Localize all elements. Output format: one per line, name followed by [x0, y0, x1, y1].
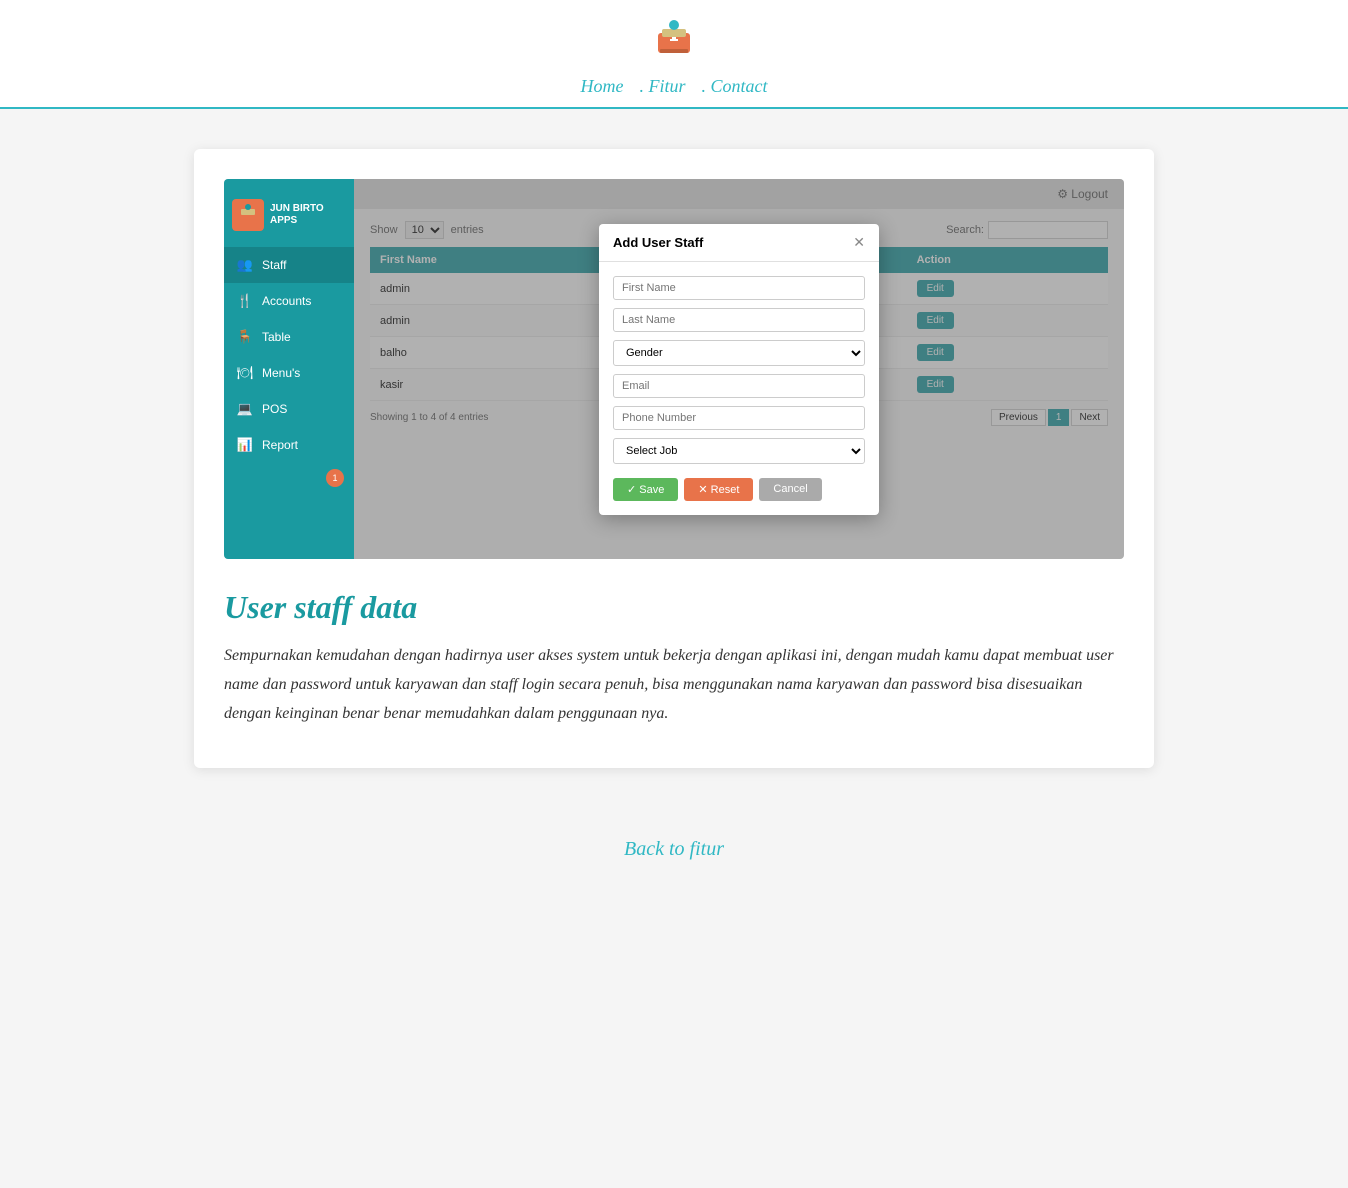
page-header: Home . Fitur . Contact	[0, 0, 1348, 109]
report-icon: 📊	[236, 436, 254, 454]
add-user-modal: Add User Staff ✕ Gender Male Female	[599, 224, 879, 515]
sidebar-item-table[interactable]: 🪑 Table	[224, 319, 354, 355]
nav-contact[interactable]: . Contact	[694, 76, 776, 97]
section-title: User staff data	[224, 589, 1124, 626]
app-sidebar: JUN BIRTOAPPS 👥 Staff 🍴 Accounts 🪑 Table…	[224, 179, 354, 559]
modal-close-button[interactable]: ✕	[853, 234, 865, 251]
modal-overlay: Add User Staff ✕ Gender Male Female	[354, 179, 1124, 559]
logo-icon	[650, 15, 698, 63]
sidebar-item-pos[interactable]: 💻 POS	[224, 391, 354, 427]
save-button[interactable]: ✓ Save	[613, 478, 678, 501]
back-to-fitur-link[interactable]: Back to fitur	[624, 838, 724, 860]
job-select[interactable]: Select Job Manager Kasir Staff	[613, 438, 865, 464]
reset-button[interactable]: ✕ Reset	[684, 478, 753, 501]
sidebar-notification-badge: 1	[326, 469, 344, 487]
app-mockup: JUN BIRTOAPPS 👥 Staff 🍴 Accounts 🪑 Table…	[224, 179, 1124, 559]
section-description: Sempurnakan kemudahan dengan hadirnya us…	[224, 642, 1124, 728]
sidebar-item-accounts[interactable]: 🍴 Accounts	[224, 283, 354, 319]
modal-footer: ✓ Save ✕ Reset Cancel	[599, 478, 879, 515]
main-content: JUN BIRTOAPPS 👥 Staff 🍴 Accounts 🪑 Table…	[194, 149, 1154, 768]
last-name-input[interactable]	[613, 308, 865, 332]
app-main-panel: ⚙ Logout Show 10 25 50 entries	[354, 179, 1124, 559]
modal-title: Add User Staff	[613, 235, 703, 250]
times-icon: ✕	[698, 484, 707, 496]
phone-input[interactable]	[613, 406, 865, 430]
staff-icon: 👥	[236, 256, 254, 274]
modal-body: Gender Male Female Select Job Manager Ka…	[599, 262, 879, 478]
cancel-button[interactable]: Cancel	[759, 478, 821, 501]
table-icon: 🪑	[236, 328, 254, 346]
sidebar-item-menus[interactable]: 🍽 Menu's	[224, 355, 354, 391]
modal-header: Add User Staff ✕	[599, 224, 879, 262]
site-logo	[650, 15, 698, 68]
page-footer: Back to fitur	[0, 808, 1348, 881]
brand-icon	[232, 199, 264, 231]
main-nav: Home . Fitur . Contact	[0, 76, 1348, 107]
sidebar-brand: JUN BIRTOAPPS	[224, 189, 354, 247]
nav-home[interactable]: Home	[572, 76, 631, 97]
app-screenshot: JUN BIRTOAPPS 👥 Staff 🍴 Accounts 🪑 Table…	[224, 179, 1124, 559]
accounts-icon: 🍴	[236, 292, 254, 310]
pos-icon: 💻	[236, 400, 254, 418]
checkmark-icon: ✓	[627, 484, 636, 496]
brand-text: JUN BIRTOAPPS	[270, 203, 324, 227]
email-input[interactable]	[613, 374, 865, 398]
gender-select[interactable]: Gender Male Female	[613, 340, 865, 366]
sidebar-item-report[interactable]: 📊 Report	[224, 427, 354, 463]
section-text: User staff data Sempurnakan kemudahan de…	[224, 589, 1124, 728]
menus-icon: 🍽	[236, 364, 254, 382]
first-name-input[interactable]	[613, 276, 865, 300]
sidebar-item-staff[interactable]: 👥 Staff	[224, 247, 354, 283]
nav-fitur[interactable]: . Fitur	[631, 76, 693, 97]
